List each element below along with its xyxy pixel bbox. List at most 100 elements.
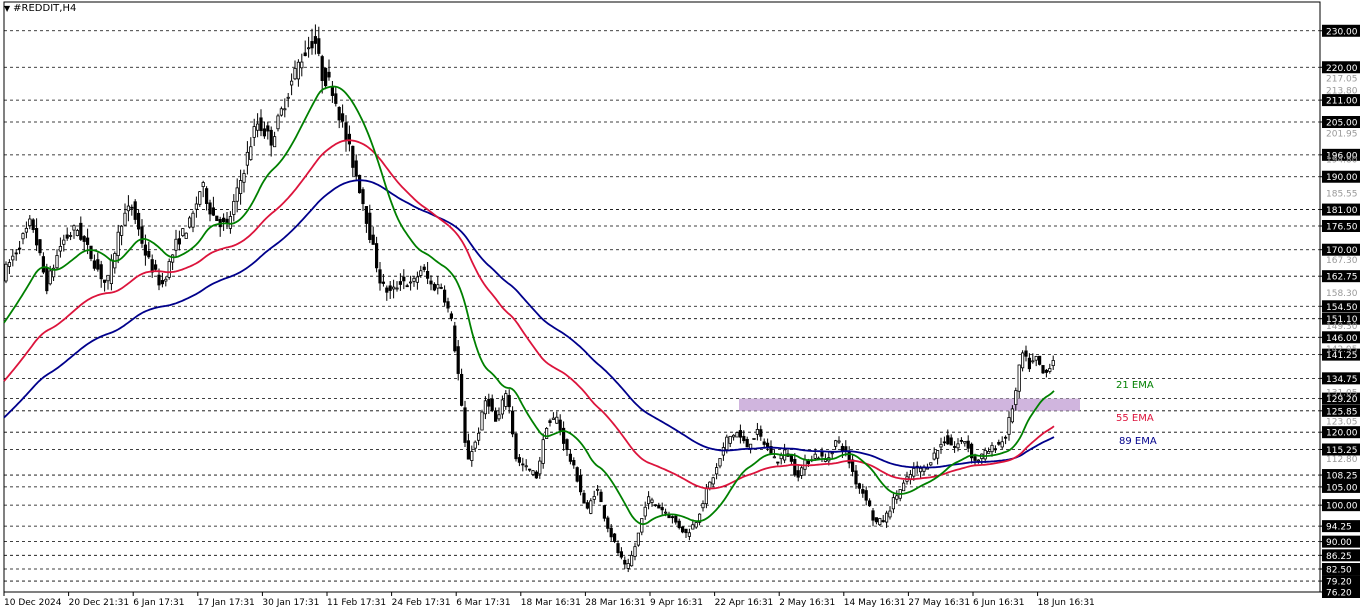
candle-body <box>1044 369 1048 373</box>
candle-body <box>48 270 52 285</box>
candle-body <box>613 533 617 542</box>
candle-body <box>174 238 178 251</box>
candle-body <box>531 470 535 475</box>
candle-body <box>405 285 409 288</box>
candle-body <box>351 145 355 168</box>
candle-body <box>806 460 811 464</box>
candle-body <box>201 182 205 187</box>
candle-body <box>548 420 552 423</box>
candle-body <box>75 230 79 236</box>
candle-body <box>286 96 290 99</box>
candle-body <box>895 495 899 500</box>
candle-body <box>936 450 940 459</box>
candle-body <box>167 261 171 278</box>
price-label-faint: 217.05 <box>1326 75 1358 85</box>
candle-body <box>752 438 756 440</box>
candle-body <box>541 439 545 464</box>
candle-body <box>252 126 256 138</box>
candle-body <box>439 287 443 289</box>
candle-body <box>551 417 556 420</box>
candle-body <box>228 216 232 229</box>
candle-body <box>374 243 379 269</box>
candle-body <box>425 270 430 279</box>
candle-body <box>694 522 698 528</box>
candle-body <box>823 459 828 462</box>
price-label: 94.25 <box>1326 523 1352 533</box>
candle-body <box>429 280 433 285</box>
candle-body <box>1021 352 1025 369</box>
candle-body <box>69 235 73 237</box>
time-label: 2 May 16:31 <box>779 598 835 608</box>
candle-body <box>891 497 896 510</box>
candle-body <box>204 188 209 204</box>
menu-arrow-icon[interactable]: ▼ <box>4 4 10 13</box>
candle-body <box>507 395 511 408</box>
ema89-label: 89 EMA <box>1119 436 1157 447</box>
candle-body <box>371 234 375 245</box>
time-label: 10 Dec 2024 <box>4 598 62 608</box>
candle-body <box>480 411 484 431</box>
candle-body <box>762 441 766 445</box>
price-label: 108.25 <box>1326 472 1358 482</box>
candle-body <box>123 212 127 226</box>
candle-body <box>534 471 539 479</box>
candle-body <box>86 237 90 245</box>
candle-body <box>310 41 314 49</box>
candle-body <box>514 433 518 460</box>
candle-body <box>640 518 644 533</box>
candle-body <box>599 491 603 503</box>
candle-body <box>885 512 889 523</box>
time-label: 11 Feb 17:31 <box>327 598 386 608</box>
candle-body <box>279 108 284 116</box>
candle-body <box>755 429 760 435</box>
candle-body <box>565 439 569 451</box>
time-label: 18 Jun 16:31 <box>1038 598 1095 608</box>
candle-body <box>58 246 63 252</box>
candle-body <box>619 551 624 558</box>
candle-body <box>164 278 168 282</box>
candle-body <box>861 489 865 494</box>
candle-body <box>973 456 977 461</box>
candle-body <box>7 262 11 267</box>
candle-body <box>521 463 525 466</box>
price-label-faint: 112.80 <box>1326 455 1358 465</box>
candle-body <box>1048 368 1052 372</box>
resistance-zone <box>739 398 1080 411</box>
candle-body <box>579 475 583 493</box>
candle-body <box>184 232 188 239</box>
candle-body <box>269 129 273 146</box>
candle-body <box>126 205 130 212</box>
candle-body <box>687 532 692 537</box>
candle-body <box>120 225 124 236</box>
candle-body <box>738 430 743 438</box>
candle-body <box>585 502 590 509</box>
candle-body <box>99 264 103 280</box>
price-chart[interactable]: 230.00220.00211.00205.00196.00190.00181.… <box>0 0 1362 611</box>
candle-body <box>466 440 471 460</box>
candle-body <box>344 122 348 141</box>
candle-body <box>133 201 137 220</box>
candle-body <box>772 456 777 459</box>
ema55-line <box>3 139 1055 490</box>
candle-body <box>990 444 994 453</box>
candle-body <box>116 231 120 257</box>
price-label-faint: 185.55 <box>1326 189 1358 199</box>
candle-body <box>395 287 399 290</box>
candle-body <box>881 520 885 523</box>
candle-body <box>415 276 420 283</box>
candle-body <box>198 191 202 205</box>
price-label: 134.75 <box>1326 375 1358 385</box>
candle-body <box>17 247 22 250</box>
candle-body <box>191 212 195 228</box>
candle-body <box>320 56 324 81</box>
candle-body <box>558 419 562 431</box>
candle-body <box>38 239 42 254</box>
candle-body <box>789 455 794 462</box>
candle-body <box>490 398 494 411</box>
price-label: 125.85 <box>1326 407 1358 417</box>
candle-body <box>830 452 834 455</box>
price-label: 100.00 <box>1326 502 1358 512</box>
candle-body <box>436 284 440 289</box>
candle-body <box>215 215 219 222</box>
chart-title[interactable]: ▼ #REDDIT,H4 <box>4 3 76 14</box>
